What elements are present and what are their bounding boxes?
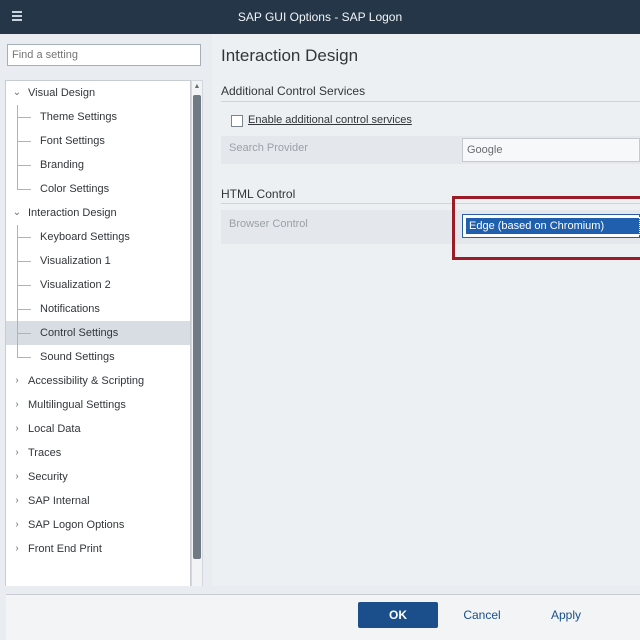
settings-tree: ⌄ Visual Design Theme Settings Font Setting…: [5, 80, 191, 614]
tree-connector: [17, 309, 31, 310]
tree-item-label: Theme Settings: [40, 111, 118, 123]
section-divider: [221, 101, 640, 102]
chevron-down-icon[interactable]: ⌄: [11, 81, 23, 105]
tree-guide-line: [17, 105, 18, 189]
tree-connector: [17, 333, 31, 334]
settings-content-panel: Interaction Design Additional Control Se…: [212, 34, 640, 586]
tree-item-label: Font Settings: [40, 135, 105, 147]
tree-item-accessibility-scripting[interactable]: › Accessibility & Scripting: [6, 369, 190, 393]
tree-item-sap-logon-options[interactable]: › SAP Logon Options: [6, 513, 190, 537]
tree-item-label: SAP Internal: [28, 495, 90, 507]
tree-item-label: SAP Logon Options: [28, 519, 125, 531]
enable-additional-control-services-checkbox[interactable]: [231, 115, 243, 127]
tree-item-label: Visualization 2: [40, 279, 111, 291]
tree-connector: [17, 237, 31, 238]
tree-item-label: Sound Settings: [40, 351, 115, 363]
chevron-right-icon[interactable]: ›: [11, 537, 23, 561]
ok-button[interactable]: OK: [358, 602, 438, 628]
tree-item-local-data[interactable]: › Local Data: [6, 417, 190, 441]
chevron-down-icon[interactable]: ⌄: [11, 201, 23, 225]
tree-item-control-settings[interactable]: Control Settings: [6, 321, 190, 345]
tree-connector: [17, 285, 31, 286]
tree-item-visualization-2[interactable]: Visualization 2: [6, 273, 190, 297]
chevron-right-icon[interactable]: ›: [11, 417, 23, 441]
tree-item-security[interactable]: › Security: [6, 465, 190, 489]
tree-item-sap-internal[interactable]: › SAP Internal: [6, 489, 190, 513]
tree-item-label: Keyboard Settings: [40, 231, 130, 243]
tree-item-sound-settings[interactable]: Sound Settings: [6, 345, 190, 369]
tree-connector: [17, 117, 31, 118]
tree-item-label: Control Settings: [40, 327, 119, 339]
chevron-right-icon[interactable]: ›: [11, 513, 23, 537]
tree-item-visualization-1[interactable]: Visualization 1: [6, 249, 190, 273]
tree-item-color-settings[interactable]: Color Settings: [6, 177, 190, 201]
tree-item-label: Visual Design: [28, 87, 96, 99]
tree-item-label: Branding: [40, 159, 85, 171]
tree-item-visual-design[interactable]: ⌄ Visual Design: [6, 81, 190, 105]
enable-additional-control-services-label[interactable]: Enable additional control services: [248, 114, 412, 126]
scrollbar-thumb[interactable]: [193, 95, 201, 559]
tree-item-label: Notifications: [40, 303, 100, 315]
tree-connector: [17, 141, 31, 142]
browser-control-label: Browser Control: [229, 218, 308, 230]
tree-connector: [17, 165, 31, 166]
tree-connector: [17, 261, 31, 262]
tree-item-label: Multilingual Settings: [28, 399, 126, 411]
tree-item-label: Front End Print: [28, 543, 102, 555]
tree-connector: [17, 357, 31, 358]
tree-item-label: Color Settings: [40, 183, 110, 195]
tree-guide-line: [17, 225, 18, 357]
tree-item-label: Local Data: [28, 423, 81, 435]
tree-item-theme-settings[interactable]: Theme Settings: [6, 105, 190, 129]
browser-control-selected-value[interactable]: Edge (based on Chromium): [465, 217, 640, 235]
settings-navigation-panel: ⌄ Visual Design Theme Settings Font Setting…: [0, 34, 212, 614]
chevron-right-icon[interactable]: ›: [11, 369, 23, 393]
tree-item-traces[interactable]: › Traces: [6, 441, 190, 465]
chevron-right-icon[interactable]: ›: [11, 441, 23, 465]
tree-item-notifications[interactable]: Notifications: [6, 297, 190, 321]
cancel-button[interactable]: Cancel: [452, 602, 512, 628]
tree-item-label: Interaction Design: [28, 207, 117, 219]
search-provider-select[interactable]: Google: [462, 138, 640, 162]
tree-item-branding[interactable]: Branding: [6, 153, 190, 177]
title-bar: SAP GUI Options - SAP Logon: [0, 0, 640, 34]
find-setting-input[interactable]: [7, 44, 201, 66]
tree-item-label: Visualization 1: [40, 255, 111, 267]
search-provider-label: Search Provider: [229, 142, 308, 154]
chevron-right-icon[interactable]: ›: [11, 465, 23, 489]
window-title: SAP GUI Options - SAP Logon: [237, 10, 403, 24]
tree-connector: [17, 189, 31, 190]
tree-scrollbar[interactable]: ▲ ▼: [191, 80, 203, 614]
tree-item-multilingual-settings[interactable]: › Multilingual Settings: [6, 393, 190, 417]
tree-item-keyboard-settings[interactable]: Keyboard Settings: [6, 225, 190, 249]
section-title-html-control: HTML Control: [221, 187, 296, 201]
tree-item-interaction-design[interactable]: ⌄ Interaction Design: [6, 201, 190, 225]
tree-item-front-end-print[interactable]: › Front End Print: [6, 537, 190, 561]
tree-item-label: Security: [28, 471, 68, 483]
browser-control-select[interactable]: Edge (based on Chromium): [462, 214, 640, 238]
page-title: Interaction Design: [221, 46, 359, 65]
apply-button[interactable]: Apply: [536, 602, 596, 628]
dialog-footer: OK Cancel Apply: [0, 586, 640, 640]
tree-item-font-settings[interactable]: Font Settings: [6, 129, 190, 153]
chevron-right-icon[interactable]: ›: [11, 393, 23, 417]
chevron-right-icon[interactable]: ›: [11, 489, 23, 513]
scroll-up-icon[interactable]: ▲: [192, 81, 202, 93]
tree-item-label: Accessibility & Scripting: [28, 375, 145, 387]
tree-item-label: Traces: [28, 447, 62, 459]
section-title-additional-control-services: Additional Control Services: [221, 84, 366, 98]
